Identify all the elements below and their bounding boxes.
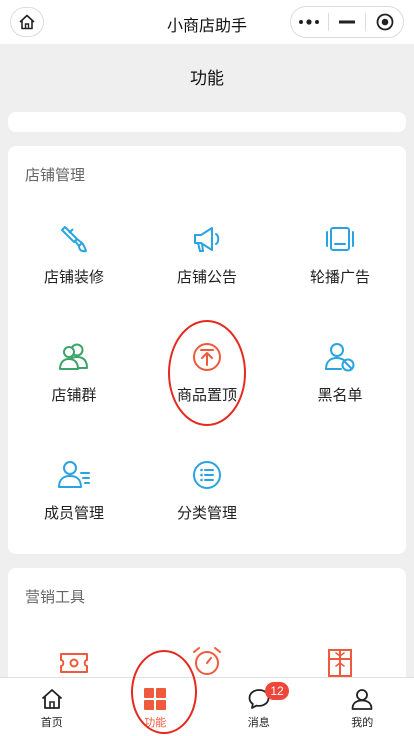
more-button[interactable]	[291, 7, 328, 37]
item-label: 店铺装修	[43, 269, 104, 286]
item-label: 店铺群	[51, 387, 97, 404]
blacklist-item[interactable]: 黑名单	[274, 340, 406, 405]
pin-top-icon	[193, 343, 221, 371]
top-nav-bar: 小商店助手	[0, 0, 414, 44]
profile-icon	[351, 689, 373, 710]
function-grid-icon	[144, 688, 167, 710]
tab-function[interactable]: 功能	[104, 678, 208, 736]
mini-program-capsule	[290, 6, 404, 38]
tab-label: 消息	[247, 717, 270, 729]
alarm-clock-icon	[193, 647, 221, 675]
item-label: 轮播广告	[309, 269, 370, 286]
shop-group-item[interactable]: 店铺群	[8, 340, 140, 405]
group-icon	[59, 343, 88, 370]
item-label: 分类管理	[176, 505, 237, 522]
coupon-item[interactable]	[8, 646, 140, 680]
carousel-ad-item[interactable]: 轮播广告	[274, 222, 406, 287]
tab-label: 功能	[144, 717, 167, 729]
item-label: 成员管理	[43, 505, 104, 522]
close-program-button[interactable]	[366, 7, 403, 37]
alarm-tool-item[interactable]	[141, 644, 273, 678]
more-dots-icon	[299, 19, 320, 25]
minus-icon	[339, 20, 355, 24]
megaphone-icon	[194, 227, 220, 252]
tab-profile[interactable]: 我的	[311, 678, 414, 736]
minimize-button[interactable]	[329, 7, 366, 37]
item-label: 店铺公告	[176, 269, 237, 286]
page-title: 功能	[190, 68, 224, 88]
item-label: 商品置顶	[176, 387, 237, 404]
product-pin-top-item[interactable]: 商品置顶	[141, 340, 273, 405]
blacklist-user-icon	[325, 343, 355, 372]
gift-box-icon	[328, 649, 352, 677]
shop-notice-item[interactable]: 店铺公告	[141, 222, 273, 287]
tab-messages[interactable]: 12 消息	[207, 678, 311, 736]
brush-icon	[61, 226, 87, 253]
shop-decoration-item[interactable]: 店铺装修	[8, 222, 140, 287]
home-icon	[41, 689, 62, 709]
unread-badge: 12	[265, 682, 289, 700]
tab-home[interactable]: 首页	[0, 678, 104, 736]
item-label: 黑名单	[317, 387, 363, 404]
previous-section-card	[8, 112, 406, 132]
tab-label: 首页	[40, 717, 63, 729]
member-manage-icon	[58, 461, 90, 488]
tab-label: 我的	[351, 717, 374, 729]
carousel-icon	[326, 227, 354, 251]
gift-item[interactable]	[274, 646, 406, 680]
target-circle-icon	[376, 13, 394, 31]
coupon-icon	[60, 653, 88, 673]
section-title: 店铺管理	[25, 167, 86, 184]
bottom-tab-bar: 首页 功能 12 消息 我的	[0, 677, 414, 736]
category-list-icon	[193, 461, 221, 489]
member-management-item[interactable]: 成员管理	[8, 458, 140, 523]
section-title: 营销工具	[25, 589, 86, 606]
shop-management-card: 店铺管理 店铺装修 店铺公告 轮播广告 店铺群 商品置顶 黑名单 成员管理 分类…	[8, 146, 406, 554]
category-management-item[interactable]: 分类管理	[141, 458, 273, 523]
